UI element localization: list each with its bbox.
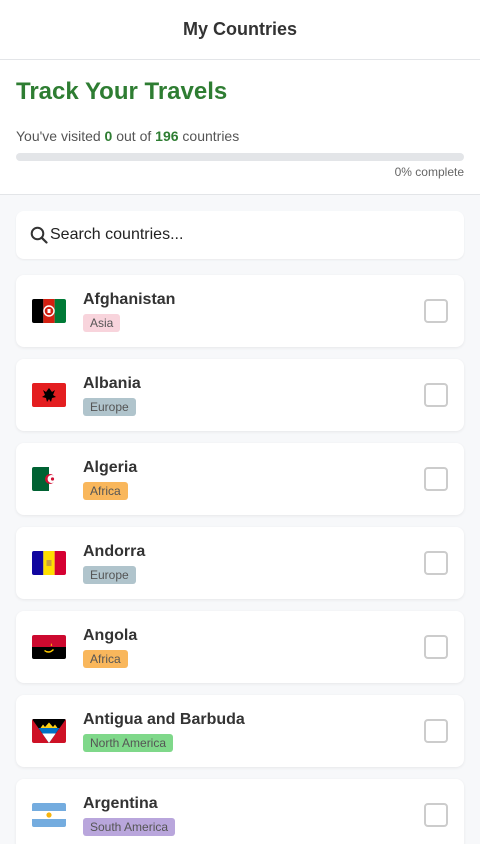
country-item-albania[interactable]: Albania Europe [16, 359, 464, 431]
country-item-algeria[interactable]: Algeria Africa [16, 443, 464, 515]
country-info: Antigua and Barbuda North America [83, 711, 424, 752]
progress-percent: 0% complete [394, 165, 464, 179]
search-icon [30, 226, 48, 244]
search-box[interactable] [16, 211, 464, 259]
visited-checkbox[interactable] [424, 551, 448, 575]
app-header: My Countries [0, 0, 480, 60]
country-info: Afghanistan Asia [83, 291, 424, 332]
main-content: Afghanistan Asia Albania Europe Algeria … [0, 195, 480, 844]
visited-checkbox[interactable] [424, 719, 448, 743]
search-input[interactable] [50, 226, 430, 244]
country-name: Albania [83, 374, 141, 392]
summary-middle: out of [116, 128, 152, 144]
continent-badge: Africa [83, 649, 128, 668]
summary-suffix: countries [182, 128, 240, 144]
flag-andorra-icon [32, 551, 66, 575]
country-info: Albania Europe [83, 375, 424, 416]
visited-checkbox[interactable] [424, 467, 448, 491]
flag-angola-icon [32, 635, 66, 659]
flag-afghanistan-icon [32, 299, 66, 323]
country-item-angola[interactable]: Angola Africa [16, 611, 464, 683]
country-info: Algeria Africa [83, 459, 424, 500]
progress-heading: Track Your Travels [16, 78, 228, 105]
country-name: Antigua and Barbuda [83, 710, 245, 728]
country-item-andorra[interactable]: Andorra Europe [16, 527, 464, 599]
summary-prefix: You've visited [16, 128, 101, 144]
visited-checkbox[interactable] [424, 803, 448, 827]
continent-badge: Europe [83, 565, 136, 584]
country-item-antigua-and-barbuda[interactable]: Antigua and Barbuda North America [16, 695, 464, 767]
country-info: Andorra Europe [83, 543, 424, 584]
continent-badge: Europe [83, 397, 136, 416]
visited-summary: You've visited 0 out of 196 countries [16, 128, 464, 144]
country-name: Angola [83, 626, 138, 644]
continent-badge: South America [83, 817, 176, 836]
flag-algeria-icon [32, 467, 66, 491]
continent-badge: Asia [83, 313, 121, 332]
progress-bar [16, 153, 464, 161]
app-title: My Countries [182, 19, 297, 39]
country-list: Afghanistan Asia Albania Europe Algeria … [16, 275, 464, 844]
flag-argentina-icon [32, 803, 66, 827]
continent-badge: Africa [83, 481, 128, 500]
country-item-argentina[interactable]: Argentina South America [16, 779, 464, 844]
visited-checkbox[interactable] [424, 383, 448, 407]
visited-checkbox[interactable] [424, 299, 448, 323]
country-info: Argentina South America [83, 795, 424, 836]
continent-badge: North America [83, 733, 174, 752]
country-name: Andorra [83, 542, 146, 560]
progress-section: Track Your Travels You've visited 0 out … [0, 60, 480, 195]
country-info: Angola Africa [83, 627, 424, 668]
visited-checkbox[interactable] [424, 635, 448, 659]
total-count: 196 [155, 128, 179, 144]
country-item-afghanistan[interactable]: Afghanistan Asia [16, 275, 464, 347]
visited-count: 0 [104, 128, 113, 144]
country-name: Argentina [83, 794, 158, 812]
flag-albania-icon [32, 383, 66, 407]
country-name: Afghanistan [83, 290, 176, 308]
flag-antigua-and-barbuda-icon [32, 719, 66, 743]
country-name: Algeria [83, 458, 138, 476]
